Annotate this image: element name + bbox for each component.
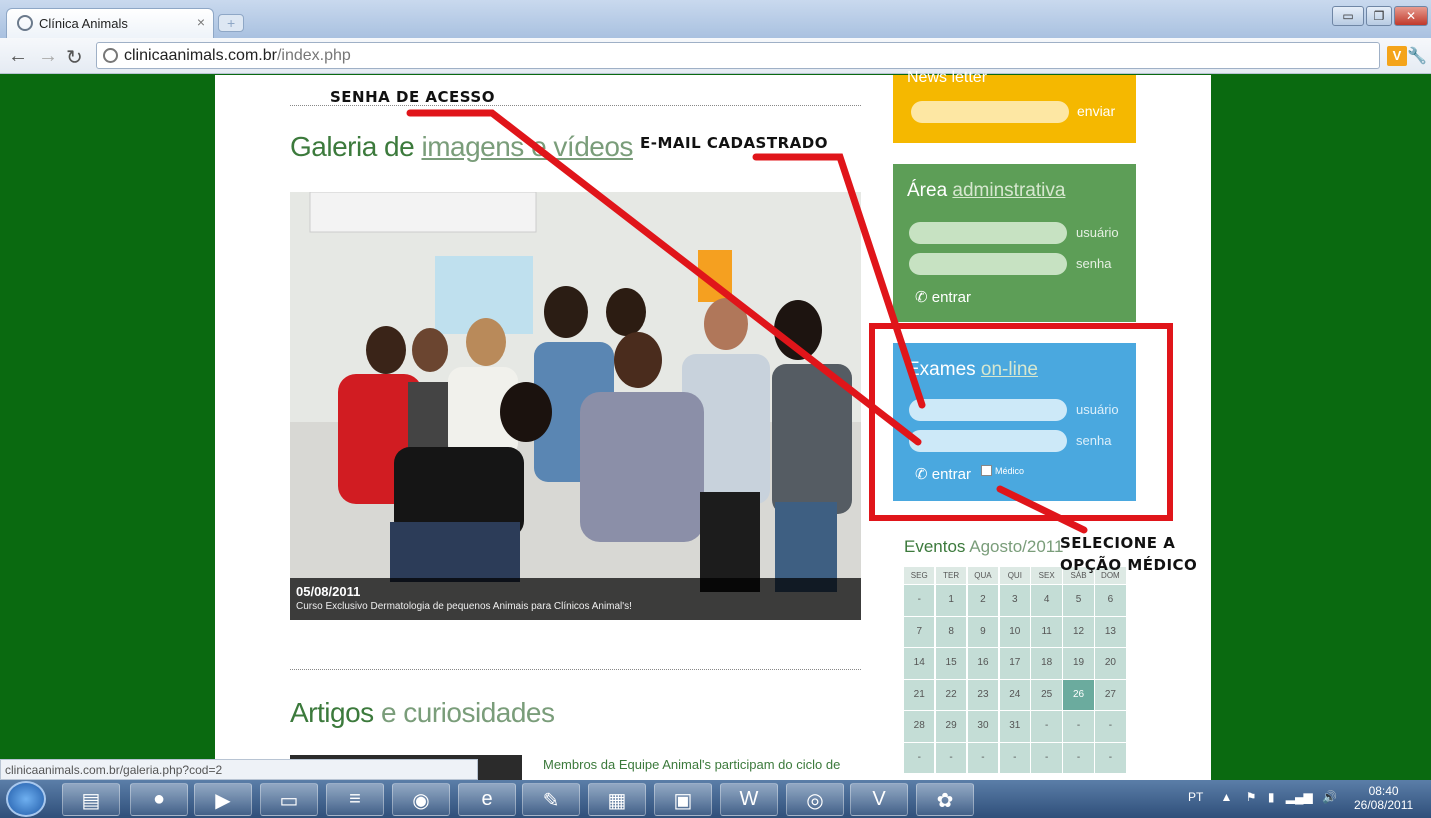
annotation-senha: SENHA DE ACESSO [330, 88, 495, 106]
clock[interactable]: 08:40 26/08/2011 [1354, 784, 1413, 812]
ie-icon: e [481, 788, 493, 810]
monitor-icon: ▣ [673, 790, 693, 812]
clock-date: 26/08/2011 [1354, 798, 1414, 812]
volume-icon[interactable]: 🔊 [1322, 790, 1337, 804]
medico-arrow-line [996, 485, 1088, 534]
battery-icon[interactable]: ▮ [1268, 790, 1275, 804]
taskbar-stack[interactable]: ≡ [326, 783, 384, 816]
clock-time: 08:40 [1368, 784, 1399, 798]
control-panel-icon: ▦ [607, 790, 627, 812]
screen: Clínica Animals × + ▭ ❐ ✕ ← → ↻ clinicaa… [0, 0, 1431, 818]
email-arrow-line [752, 153, 926, 409]
taskbar-firefox[interactable]: ◉ [392, 783, 450, 816]
annotation-lines [406, 109, 1088, 534]
taskbar-v-app[interactable]: V [850, 783, 908, 816]
word-icon: W [739, 788, 759, 810]
signal-icon[interactable]: ▂▄▆ [1286, 790, 1313, 804]
windows-taskbar: ▤ ● ▶ ▭ ≡ ◉ e ✎ ▦ ▣ W ◎ V ✿ PT ▲ ⚑ ▮ ▂▄▆… [0, 780, 1431, 818]
taskbar-ie[interactable]: e [458, 783, 516, 816]
flag-icon[interactable]: ⚑ [1246, 790, 1257, 804]
taskbar-word[interactable]: W [720, 783, 778, 816]
annotation-selecione-2: OPÇÃO MÉDICO [1060, 556, 1198, 574]
window-icon: ▭ [279, 790, 299, 812]
taskbar-notes[interactable]: ✎ [522, 783, 580, 816]
status-bar: clinicaanimals.com.br/galeria.php?cod=2 [0, 759, 478, 780]
paint-icon: ✿ [936, 790, 954, 812]
taskbar-paint[interactable]: ✿ [916, 783, 974, 816]
taskbar-hp[interactable]: ● [130, 783, 188, 816]
taskbar-control-panel[interactable]: ▦ [588, 783, 646, 816]
language-indicator[interactable]: PT [1188, 790, 1203, 804]
folder-icon: ▤ [81, 790, 101, 812]
chrome-icon: ◎ [806, 790, 824, 812]
annotation-selecione-1: SELECIONE A [1060, 534, 1176, 552]
start-button[interactable] [6, 781, 46, 817]
tray-arrow-icon[interactable]: ▲ [1220, 790, 1232, 804]
taskbar-window[interactable]: ▭ [260, 783, 318, 816]
notes-icon: ✎ [542, 790, 560, 812]
stack-icon: ≡ [349, 788, 361, 810]
taskbar-chrome[interactable]: ◎ [786, 783, 844, 816]
firefox-icon: ◉ [412, 790, 430, 812]
taskbar-system[interactable]: ▣ [654, 783, 712, 816]
system-tray: PT ▲ ⚑ ▮ ▂▄▆ 🔊 [1188, 790, 1337, 804]
taskbar-media[interactable]: ▶ [194, 783, 252, 816]
taskbar-explorer[interactable]: ▤ [62, 783, 120, 816]
media-icon: ▶ [215, 790, 231, 812]
v-app-icon: V [872, 788, 886, 810]
hp-icon: ● [152, 788, 166, 810]
annotation-email: E-MAIL CADASTRADO [640, 134, 828, 152]
